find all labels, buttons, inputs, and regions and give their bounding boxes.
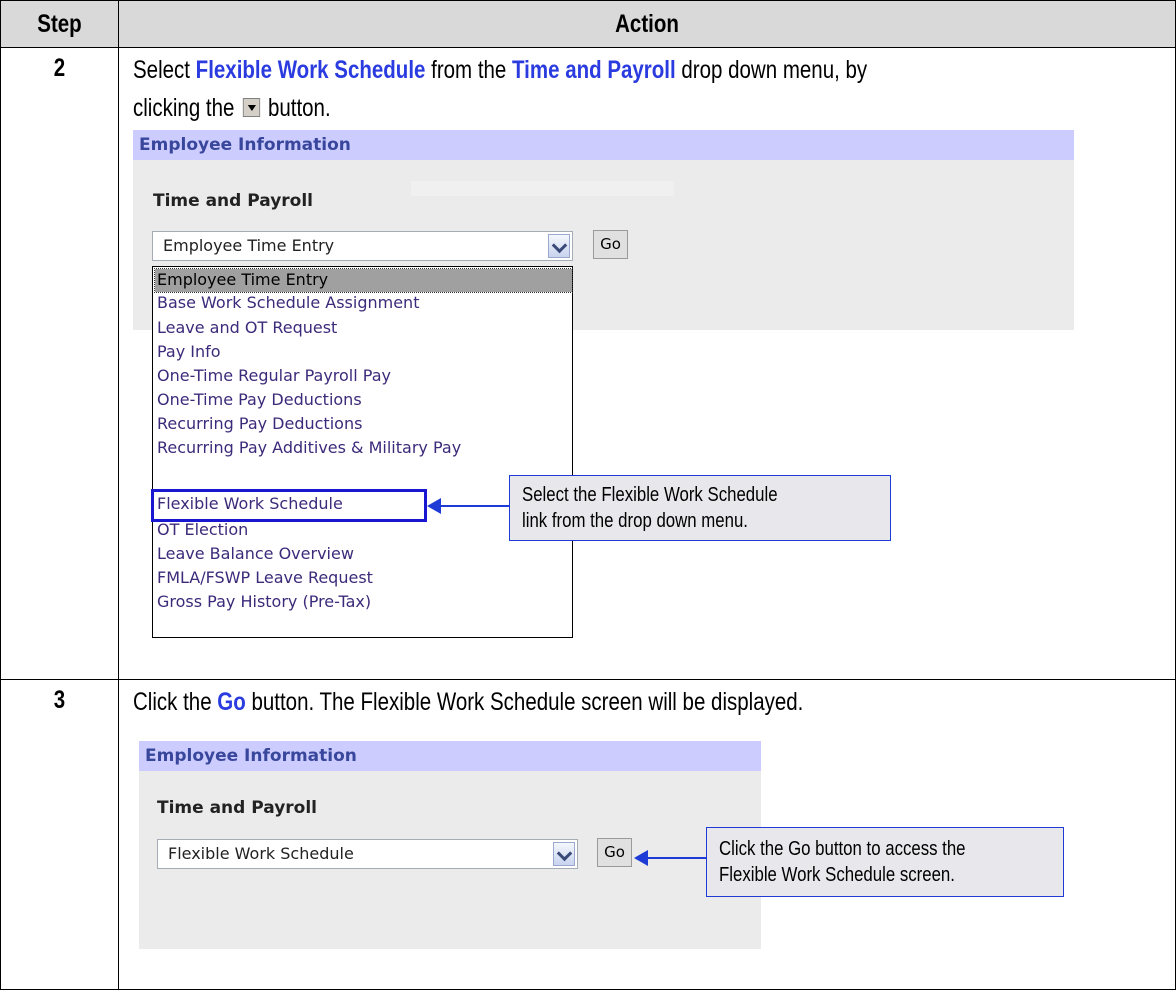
callout-text: Flexible Work Schedule screen. bbox=[719, 864, 955, 886]
dropdown-option[interactable]: Gross Pay History (Pre-Tax) bbox=[155, 591, 572, 614]
instruction-text: clicking the bbox=[133, 94, 241, 122]
time-payroll-select[interactable]: Flexible Work Schedule bbox=[157, 839, 578, 869]
instruction-highlight: Time and Payroll bbox=[512, 56, 676, 84]
employee-info-panel: Employee Information Time and Payroll Fl… bbox=[139, 741, 761, 949]
dropdown-option[interactable]: One-Time Regular Payroll Pay bbox=[155, 365, 572, 388]
dropdown-option[interactable]: One-Time Pay Deductions bbox=[155, 389, 572, 412]
step-instruction: Select Flexible Work Schedule from the T… bbox=[133, 51, 969, 127]
panel-title: Employee Information bbox=[133, 130, 1074, 160]
dropdown-option[interactable]: Leave Balance Overview bbox=[155, 543, 572, 566]
instruction-highlight: Go bbox=[217, 688, 246, 716]
instruction-highlight: Flexible Work Schedule bbox=[195, 56, 426, 84]
blank-field bbox=[411, 181, 674, 196]
step-instruction: Click the Go button. The Flexible Work S… bbox=[133, 683, 969, 721]
row-divider bbox=[1, 47, 1175, 48]
instruction-text: button. The Flexible Work Schedule scree… bbox=[245, 688, 804, 716]
arrow-line bbox=[439, 505, 509, 507]
chevron-down-icon[interactable] bbox=[553, 842, 575, 866]
time-payroll-label: Time and Payroll bbox=[157, 798, 317, 818]
dropdown-option[interactable]: Employee Time Entry bbox=[154, 268, 573, 293]
step-number: 2 bbox=[53, 54, 66, 82]
step-table: Step Action 2 Select Flexible Work Sched… bbox=[0, 0, 1176, 990]
callout-click-go: Click the Go button to access the Flexib… bbox=[706, 827, 1064, 897]
step-number: 3 bbox=[53, 686, 66, 714]
select-value: Flexible Work Schedule bbox=[168, 844, 354, 863]
instruction-text: Click the bbox=[133, 688, 218, 716]
dropdown-list: Employee Time Entry Base Work Schedule A… bbox=[152, 266, 573, 638]
chevron-down-icon[interactable] bbox=[548, 234, 570, 258]
dropdown-option[interactable]: Recurring Pay Additives & Military Pay bbox=[155, 437, 527, 460]
callout-text: Click the Go button to access the bbox=[719, 838, 966, 860]
dropdown-option[interactable]: Leave and OT Request bbox=[155, 317, 572, 340]
go-button[interactable]: Go bbox=[597, 838, 632, 867]
header-action: Action bbox=[615, 10, 679, 38]
instruction-text: Select bbox=[133, 56, 196, 84]
go-button[interactable]: Go bbox=[593, 230, 628, 259]
callout-select-flexible: Select the Flexible Work Schedule link f… bbox=[509, 475, 891, 541]
arrow-line bbox=[646, 857, 706, 859]
instruction-text: button. bbox=[262, 94, 331, 122]
callout-text: Select the Flexible Work Schedule bbox=[522, 484, 778, 506]
time-payroll-label: Time and Payroll bbox=[153, 191, 313, 211]
instruction-text: from the bbox=[425, 56, 513, 84]
select-value: Employee Time Entry bbox=[163, 236, 335, 255]
selection-highlight-box bbox=[151, 489, 427, 522]
callout-text: link from the drop down menu. bbox=[522, 510, 748, 532]
dropdown-option[interactable]: FMLA/FSWP Leave Request bbox=[155, 567, 572, 590]
row-divider bbox=[1, 679, 1175, 680]
dropdown-arrow-icon bbox=[242, 98, 260, 117]
panel-title: Employee Information bbox=[139, 741, 761, 771]
dropdown-option[interactable]: Pay Info bbox=[155, 341, 572, 364]
instruction-text: drop down menu, by bbox=[675, 56, 868, 84]
dropdown-option[interactable]: Recurring Pay Deductions bbox=[155, 413, 572, 436]
header-step: Step bbox=[37, 10, 82, 38]
time-payroll-select[interactable]: Employee Time Entry bbox=[152, 231, 573, 261]
column-divider bbox=[118, 1, 119, 989]
dropdown-option[interactable]: Base Work Schedule Assignment bbox=[155, 292, 572, 315]
